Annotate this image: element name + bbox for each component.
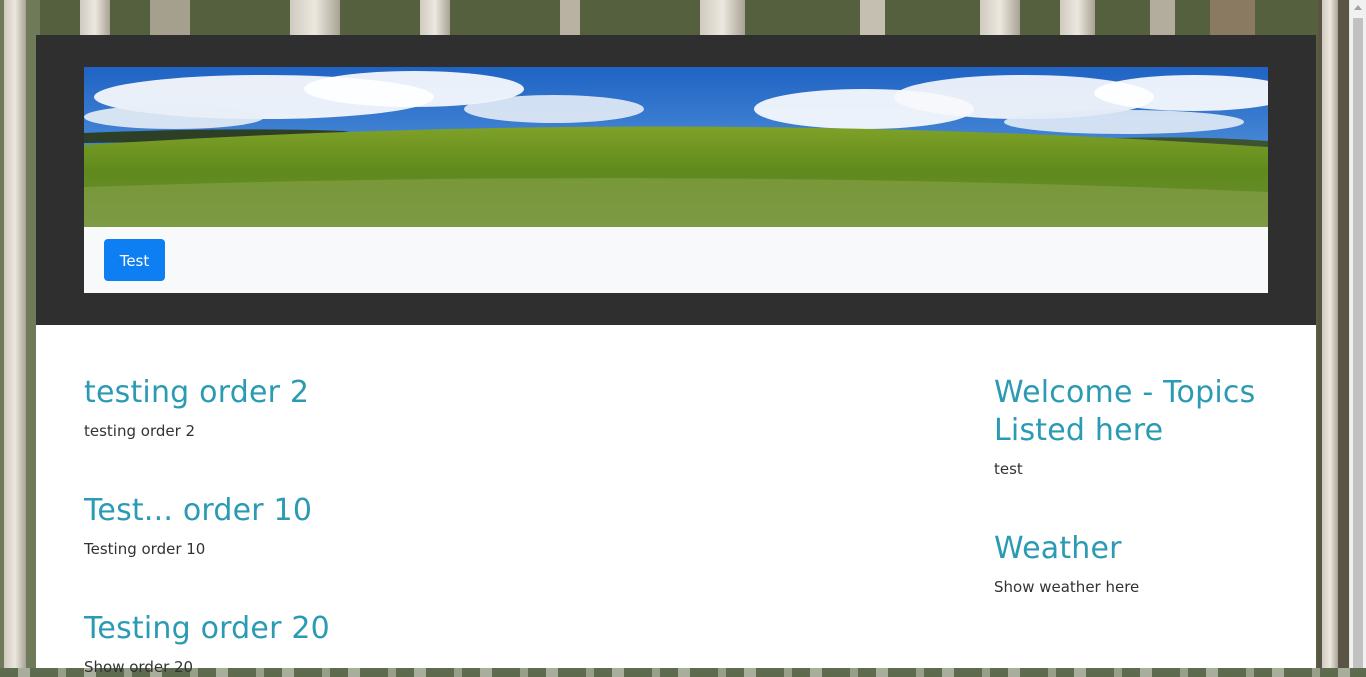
site-header: Test	[36, 35, 1316, 325]
vertical-scrollbar[interactable]	[1349, 0, 1366, 668]
page-container: Test testing order 2 testing order 2 Tes…	[36, 35, 1316, 676]
post-title[interactable]: Testing order 20	[84, 610, 330, 648]
post-title[interactable]: Test... order 10	[84, 492, 312, 530]
navbar: Test	[84, 227, 1268, 293]
scroll-up-arrow-icon[interactable]	[1354, 5, 1362, 10]
sidebar-widget-title: Weather	[994, 531, 1122, 566]
post-body: testing order 2	[84, 422, 196, 440]
sidebar-widget-body: test	[994, 460, 1023, 478]
sidebar-widget-body: Show weather here	[994, 578, 1140, 596]
test-nav-button[interactable]: Test	[104, 239, 165, 281]
post-body: Show order 20	[84, 658, 194, 676]
post-title[interactable]: testing order 2	[84, 374, 309, 412]
scrollbar-thumb[interactable]	[1353, 18, 1363, 668]
post-body: Testing order 10	[84, 540, 206, 558]
header-banner-landscape-image	[84, 67, 1268, 227]
sidebar-widget-title: Welcome - Topics Listed here	[994, 375, 1256, 448]
